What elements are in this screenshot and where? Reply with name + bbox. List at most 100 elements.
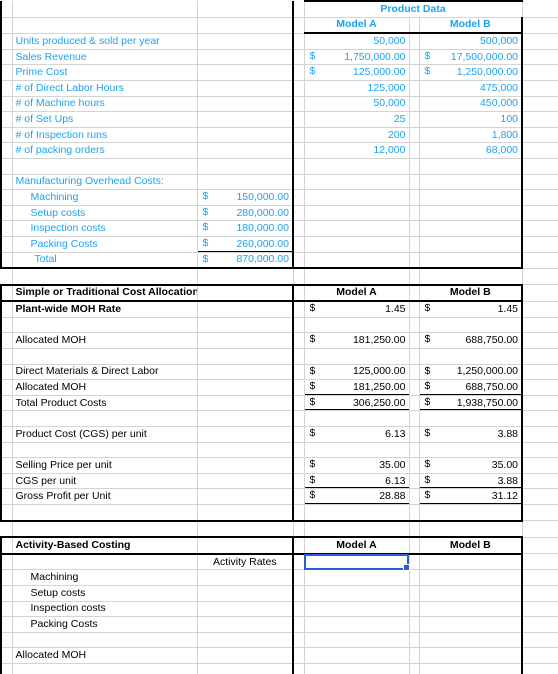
cell-spacer[interactable] (0, 174, 13, 191)
cell-spacer[interactable] (522, 205, 558, 222)
table-row[interactable]: # of Direct Labor Hours 125,000 475,000 (0, 80, 558, 97)
cell-spacer[interactable] (522, 142, 558, 159)
cell-spacer[interactable] (522, 442, 558, 459)
cell-spacer[interactable] (0, 601, 13, 618)
cell-spacer[interactable] (0, 33, 13, 50)
cell-spacer[interactable] (409, 127, 420, 144)
cell-spacer[interactable] (292, 569, 305, 586)
cell-spacer[interactable] (522, 317, 558, 334)
value-model-a[interactable] (304, 616, 410, 633)
cell-spacer[interactable] (522, 301, 558, 318)
table-row[interactable]: Units produced & sold per year 50,000 50… (0, 33, 558, 50)
cell-spacer[interactable] (409, 317, 420, 334)
cell-spacer[interactable] (409, 174, 420, 191)
value-model-b[interactable]: $1,250,000.00 (419, 364, 524, 381)
cell-spacer[interactable] (197, 569, 294, 586)
cell-spacer[interactable] (12, 504, 198, 522)
cell-spacer[interactable] (522, 553, 558, 571)
cell-spacer[interactable] (419, 236, 524, 253)
cell-spacer[interactable] (197, 457, 294, 474)
table-row[interactable]: Setup costs $280,000.00 (0, 205, 558, 222)
value-model-a[interactable]: $306,250.00 (304, 395, 410, 412)
cell-spacer[interactable] (522, 284, 558, 302)
cell-spacer[interactable] (12, 632, 198, 649)
value-model-a[interactable]: $125,000.00 (304, 364, 410, 381)
table-row[interactable] (1, 520, 558, 538)
cell-spacer[interactable] (292, 283, 305, 303)
moh-total-value[interactable]: $870,000.00 (197, 252, 294, 270)
cell-spacer[interactable] (292, 395, 305, 412)
worksheet-grid[interactable]: Product Data Model A Model B Units produ… (0, 0, 558, 674)
cell-spacer[interactable] (419, 220, 524, 237)
cell-spacer[interactable] (292, 80, 305, 97)
cell-spacer[interactable] (409, 142, 420, 159)
cell-spacer[interactable] (419, 205, 524, 222)
cell-spacer[interactable] (12, 1, 198, 18)
cell-spacer[interactable] (197, 49, 294, 66)
cell-spacer[interactable] (12, 410, 198, 428)
table-row[interactable]: # of Machine hours 50,000 450,000 (0, 96, 558, 113)
cell-spacer[interactable] (197, 174, 294, 191)
cell-spacer[interactable] (0, 364, 13, 381)
cell-spacer[interactable] (409, 569, 420, 586)
cell-spacer[interactable] (0, 220, 13, 237)
value-model-b[interactable]: 475,000 (419, 80, 524, 97)
cell-spacer[interactable] (522, 616, 558, 633)
value-model-a[interactable] (304, 601, 410, 618)
cell-spacer[interactable] (409, 520, 420, 538)
spreadsheet-canvas[interactable]: Product Data Model A Model B Units produ… (0, 0, 558, 674)
value-model-a[interactable]: 125,000 (304, 80, 410, 97)
cell-spacer[interactable] (0, 158, 13, 175)
value-model-b[interactable]: 100 (419, 111, 524, 128)
cell-spacer[interactable] (292, 174, 305, 191)
cell-spacer[interactable] (304, 520, 410, 538)
cell-spacer[interactable] (409, 442, 420, 459)
cell-spacer[interactable] (419, 348, 524, 365)
cell-spacer[interactable] (0, 536, 13, 555)
cell-spacer[interactable] (12, 520, 198, 538)
value-model-b[interactable]: $688,750.00 (419, 332, 524, 350)
cell-spacer[interactable] (0, 585, 13, 602)
cell-spacer[interactable] (197, 473, 294, 490)
cell-spacer[interactable] (197, 585, 294, 602)
cell-spacer[interactable] (304, 174, 410, 191)
cell-spacer[interactable] (12, 553, 198, 571)
cell-spacer[interactable] (522, 663, 558, 674)
cell-spacer[interactable] (197, 536, 294, 555)
table-row[interactable]: Direct Materials & Direct Labor $125,000… (0, 364, 558, 381)
cell-spacer[interactable] (197, 616, 294, 633)
cell-spacer[interactable] (522, 569, 558, 586)
cell-spacer[interactable] (0, 569, 13, 586)
cell-spacer[interactable] (304, 236, 410, 253)
cell-spacer[interactable] (0, 236, 13, 253)
cell-spacer[interactable] (0, 317, 13, 334)
cell-spacer[interactable] (409, 301, 420, 318)
cell-spacer[interactable] (522, 537, 558, 555)
cell-spacer[interactable] (197, 268, 294, 286)
cell-spacer[interactable] (0, 283, 13, 303)
table-row[interactable]: Sales Revenue $1,750,000.00 $17,500,000.… (0, 49, 558, 66)
value-model-b[interactable]: 68,000 (419, 142, 524, 159)
cell-spacer[interactable] (293, 268, 305, 286)
cell-spacer[interactable] (522, 601, 558, 618)
table-row[interactable]: Activity-Based Costing Model A Model B (0, 536, 558, 555)
value-model-a[interactable]: 50,000 (304, 33, 410, 50)
cell-spacer[interactable] (0, 127, 13, 144)
cell-spacer[interactable] (292, 127, 305, 144)
cell-spacer[interactable] (409, 663, 420, 674)
cell-spacer[interactable] (197, 504, 294, 522)
cell-spacer[interactable] (304, 410, 410, 428)
cell-spacer[interactable] (292, 426, 305, 443)
cell-spacer[interactable] (522, 174, 558, 191)
cell-spacer[interactable] (197, 426, 294, 443)
cell-spacer[interactable] (292, 17, 305, 34)
cell-spacer[interactable] (0, 332, 13, 350)
cell-spacer[interactable] (304, 189, 410, 206)
value-model-b[interactable]: 500,000 (419, 33, 524, 50)
cell-spacer[interactable] (197, 111, 294, 128)
cell-spacer[interactable] (1, 520, 13, 538)
table-row[interactable] (0, 317, 558, 334)
cell-spacer[interactable] (304, 317, 410, 334)
table-row[interactable]: Product Data (0, 0, 558, 18)
cell-spacer[interactable] (197, 317, 294, 334)
